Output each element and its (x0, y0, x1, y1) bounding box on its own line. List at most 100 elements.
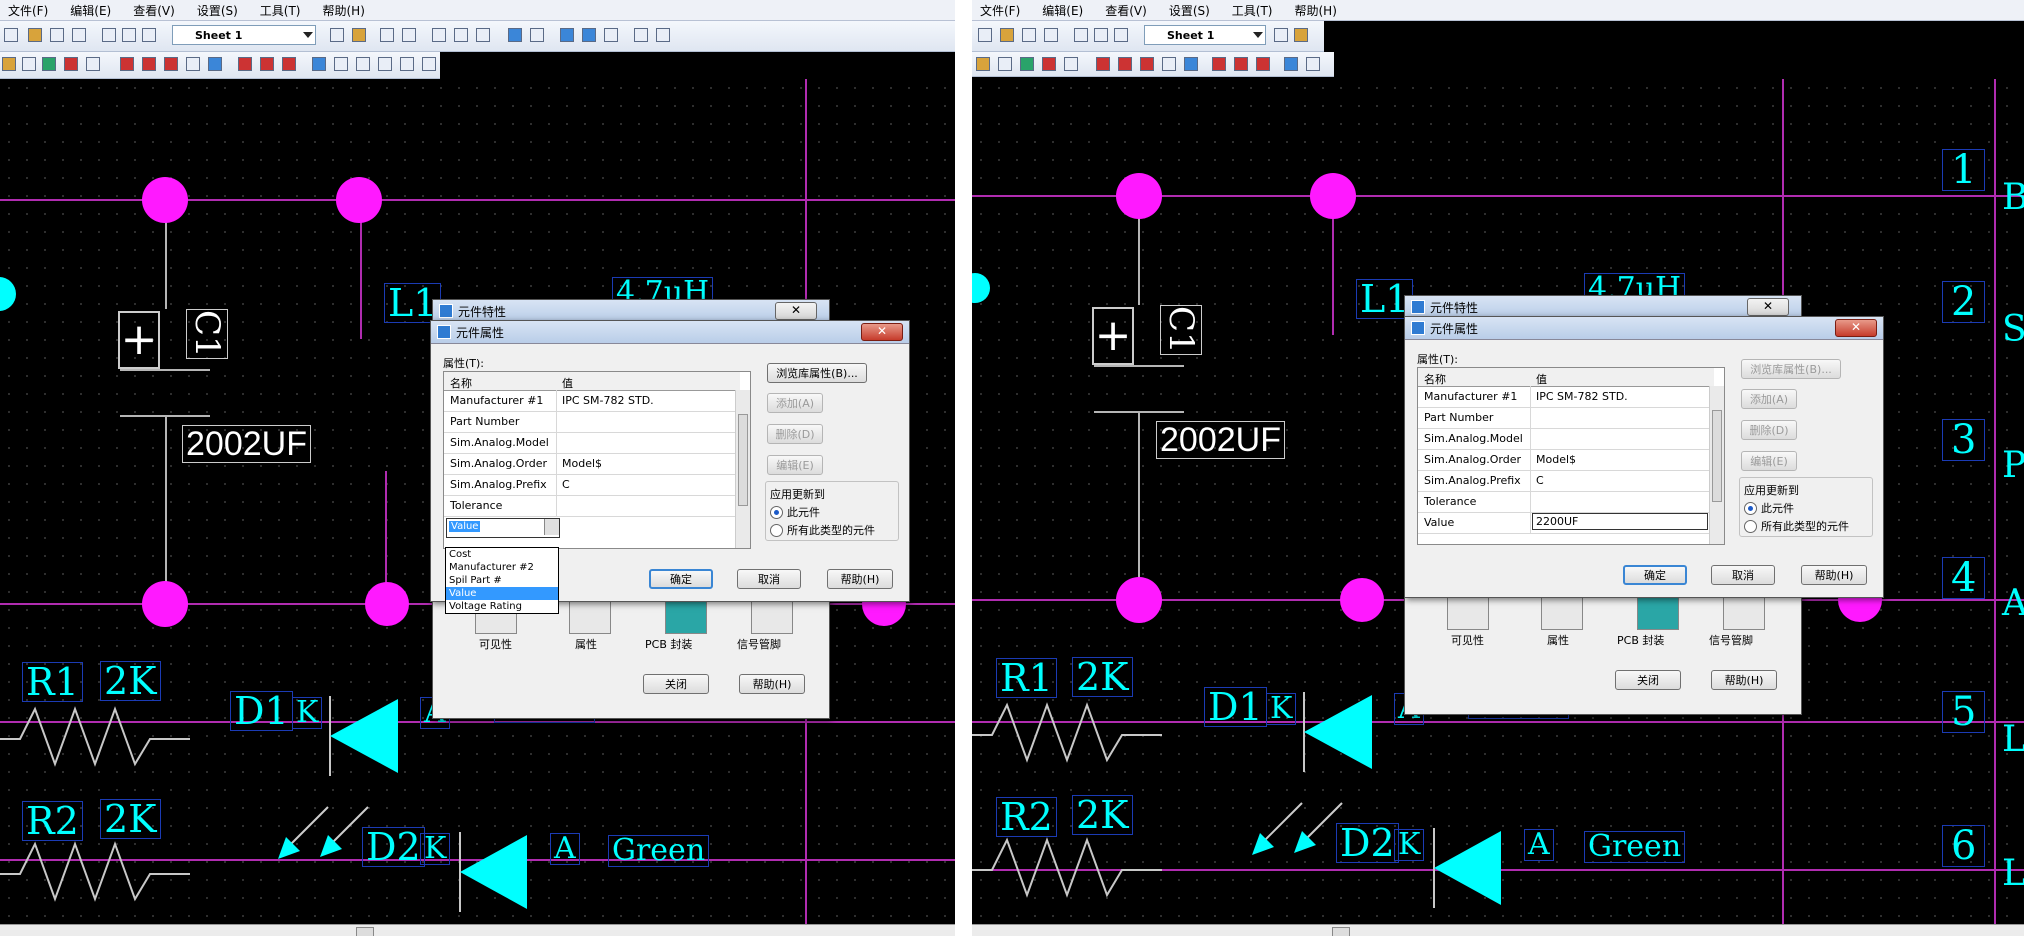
delete-button[interactable]: 删除(D) (1741, 420, 1797, 440)
menu-view[interactable]: 查看(V) (1105, 2, 1147, 19)
copy-part-icon[interactable] (1064, 57, 1078, 71)
capacitor-value-label[interactable]: 2002UF (182, 425, 311, 463)
delete-icon[interactable] (64, 57, 78, 71)
d1-ref-label[interactable]: D1 (1204, 687, 1267, 727)
table-row[interactable]: Manufacturer #1 IPC SM-782 STD. (1418, 386, 1714, 408)
browse-library-button[interactable]: 浏览库属性(B)... (767, 363, 867, 383)
r1-ref-label[interactable]: R1 (22, 662, 83, 702)
pcb-footprint-icon[interactable] (1637, 596, 1679, 630)
close-dialog-button[interactable]: 关闭 (1615, 670, 1681, 690)
table-row[interactable]: Sim.Analog.Order Model$ (444, 453, 740, 475)
ok-button[interactable]: 确定 (1623, 565, 1687, 585)
d2-color-label[interactable]: Green (1584, 831, 1686, 863)
pointer-icon[interactable] (976, 57, 990, 71)
hierarchy-icon[interactable] (422, 57, 436, 71)
power-icon[interactable] (356, 57, 370, 71)
pcb-icon[interactable] (530, 28, 544, 42)
menu-settings[interactable]: 设置(S) (197, 2, 238, 19)
add-text-icon[interactable] (208, 57, 222, 71)
close-button[interactable]: ✕ (1835, 319, 1877, 337)
copy-part-icon[interactable] (86, 57, 100, 71)
menu-file[interactable]: 文件(F) (980, 2, 1020, 19)
attribute-icon[interactable] (334, 57, 348, 71)
zoom-icon[interactable] (432, 28, 446, 42)
table-row[interactable]: Part Number (444, 411, 740, 433)
table-row[interactable]: Sim.Analog.Model (444, 432, 740, 454)
pointer-icon[interactable] (2, 57, 16, 71)
paste-icon[interactable] (1114, 28, 1128, 42)
help-button[interactable]: 帮助(H) (1801, 565, 1867, 585)
menu-help[interactable]: 帮助(H) (1295, 2, 1337, 19)
move-icon[interactable] (998, 57, 1012, 71)
connector-pin-3[interactable]: 3 (1942, 419, 1986, 461)
d2-color-label[interactable]: Green (608, 835, 710, 867)
table-row[interactable]: Sim.Analog.Prefix C (1418, 470, 1714, 492)
drag-icon[interactable] (1020, 57, 1034, 71)
table-row[interactable]: Sim.Analog.Prefix C (444, 474, 740, 496)
schematic-canvas[interactable]: + C1 2002UF L1 4.7uH R1 2K R2 2K D1 K A … (972, 79, 2024, 924)
signal-pins-icon[interactable] (751, 600, 793, 634)
help-button[interactable]: 帮助(H) (827, 569, 893, 589)
open-file-icon[interactable] (28, 28, 42, 42)
move-icon[interactable] (22, 57, 36, 71)
d1-ref-label[interactable]: D1 (230, 691, 293, 731)
edit-button[interactable]: 编辑(E) (767, 455, 823, 475)
save-icon[interactable] (1022, 28, 1036, 42)
chevron-down-icon[interactable] (544, 519, 559, 535)
rotate-icon[interactable] (1212, 57, 1226, 71)
add-text-icon[interactable] (1184, 57, 1198, 71)
close-button[interactable]: ✕ (861, 323, 903, 341)
visibility-icon[interactable] (1447, 596, 1489, 630)
connector-pin-2[interactable]: 2 (1942, 281, 1986, 323)
connector-pin-1[interactable]: 1 (1942, 149, 1986, 191)
add-connection-icon[interactable] (186, 57, 200, 71)
r1-value-label[interactable]: 2K (100, 661, 161, 701)
menu-help[interactable]: 帮助(H) (323, 2, 365, 19)
flip-icon[interactable] (260, 57, 274, 71)
menu-tools[interactable]: 工具(T) (1232, 2, 1273, 19)
add-part-icon[interactable] (120, 57, 134, 71)
menu-view[interactable]: 查看(V) (133, 2, 175, 19)
print-icon[interactable] (1044, 28, 1058, 42)
table-row[interactable]: Manufacturer #1 IPC SM-782 STD. (444, 390, 740, 412)
probe-icon[interactable] (400, 57, 414, 71)
table-row[interactable]: Tolerance (1418, 491, 1714, 513)
table-scrollbar[interactable] (1709, 386, 1724, 544)
signal-pins-icon[interactable] (1723, 596, 1765, 630)
schematic-canvas[interactable]: + C1 2002UF L1 4.7uH R1 2K R2 2K D1 K A … (0, 79, 955, 924)
add-button[interactable]: 添加(A) (1741, 389, 1797, 409)
attribute-icon[interactable] (1306, 57, 1320, 71)
mirror-icon[interactable] (282, 57, 296, 71)
menu-tools[interactable]: 工具(T) (260, 2, 301, 19)
add-wire-icon[interactable] (142, 57, 156, 71)
sheet-select[interactable]: Sheet 1 (1144, 25, 1266, 45)
connector-pin-4[interactable]: 4 (1942, 557, 1986, 599)
dropdown-option[interactable]: Spil Part # (446, 574, 558, 587)
attributes-icon[interactable] (569, 600, 611, 634)
table-row[interactable]: Sim.Analog.Model (1418, 428, 1714, 450)
cancel-button[interactable]: 取消 (1711, 565, 1775, 585)
add-wire-icon[interactable] (1118, 57, 1132, 71)
name-dropdown-list[interactable]: Cost Manufacturer #2 Spil Part # Value V… (445, 547, 559, 614)
dropdown-option[interactable]: Voltage Rating (446, 600, 558, 613)
help-button[interactable]: 帮助(H) (739, 674, 805, 694)
label-icon[interactable] (312, 57, 326, 71)
library-icon[interactable] (560, 28, 574, 42)
name-combo-box[interactable]: Value (446, 518, 560, 538)
cut-icon[interactable] (1074, 28, 1088, 42)
label-icon[interactable] (1284, 57, 1298, 71)
new-file-icon[interactable] (978, 28, 992, 42)
browse-library-button[interactable]: 浏览库属性(B)... (1741, 359, 1841, 379)
select-arrow-icon[interactable] (330, 28, 344, 42)
add-bus-icon[interactable] (164, 57, 178, 71)
close-button[interactable]: ✕ (775, 302, 817, 320)
r2-value-label[interactable]: 2K (1072, 795, 1133, 835)
add-part-icon[interactable] (1096, 57, 1110, 71)
properties-icon[interactable] (476, 28, 490, 42)
dropdown-option-selected[interactable]: Value (446, 587, 558, 600)
add-connection-icon[interactable] (1162, 57, 1176, 71)
r1-ref-label[interactable]: R1 (996, 658, 1057, 698)
table-row[interactable]: Sim.Analog.Order Model$ (1418, 449, 1714, 471)
window-icon[interactable] (656, 28, 670, 42)
value-edit-field[interactable]: 2200UF (1532, 513, 1708, 530)
